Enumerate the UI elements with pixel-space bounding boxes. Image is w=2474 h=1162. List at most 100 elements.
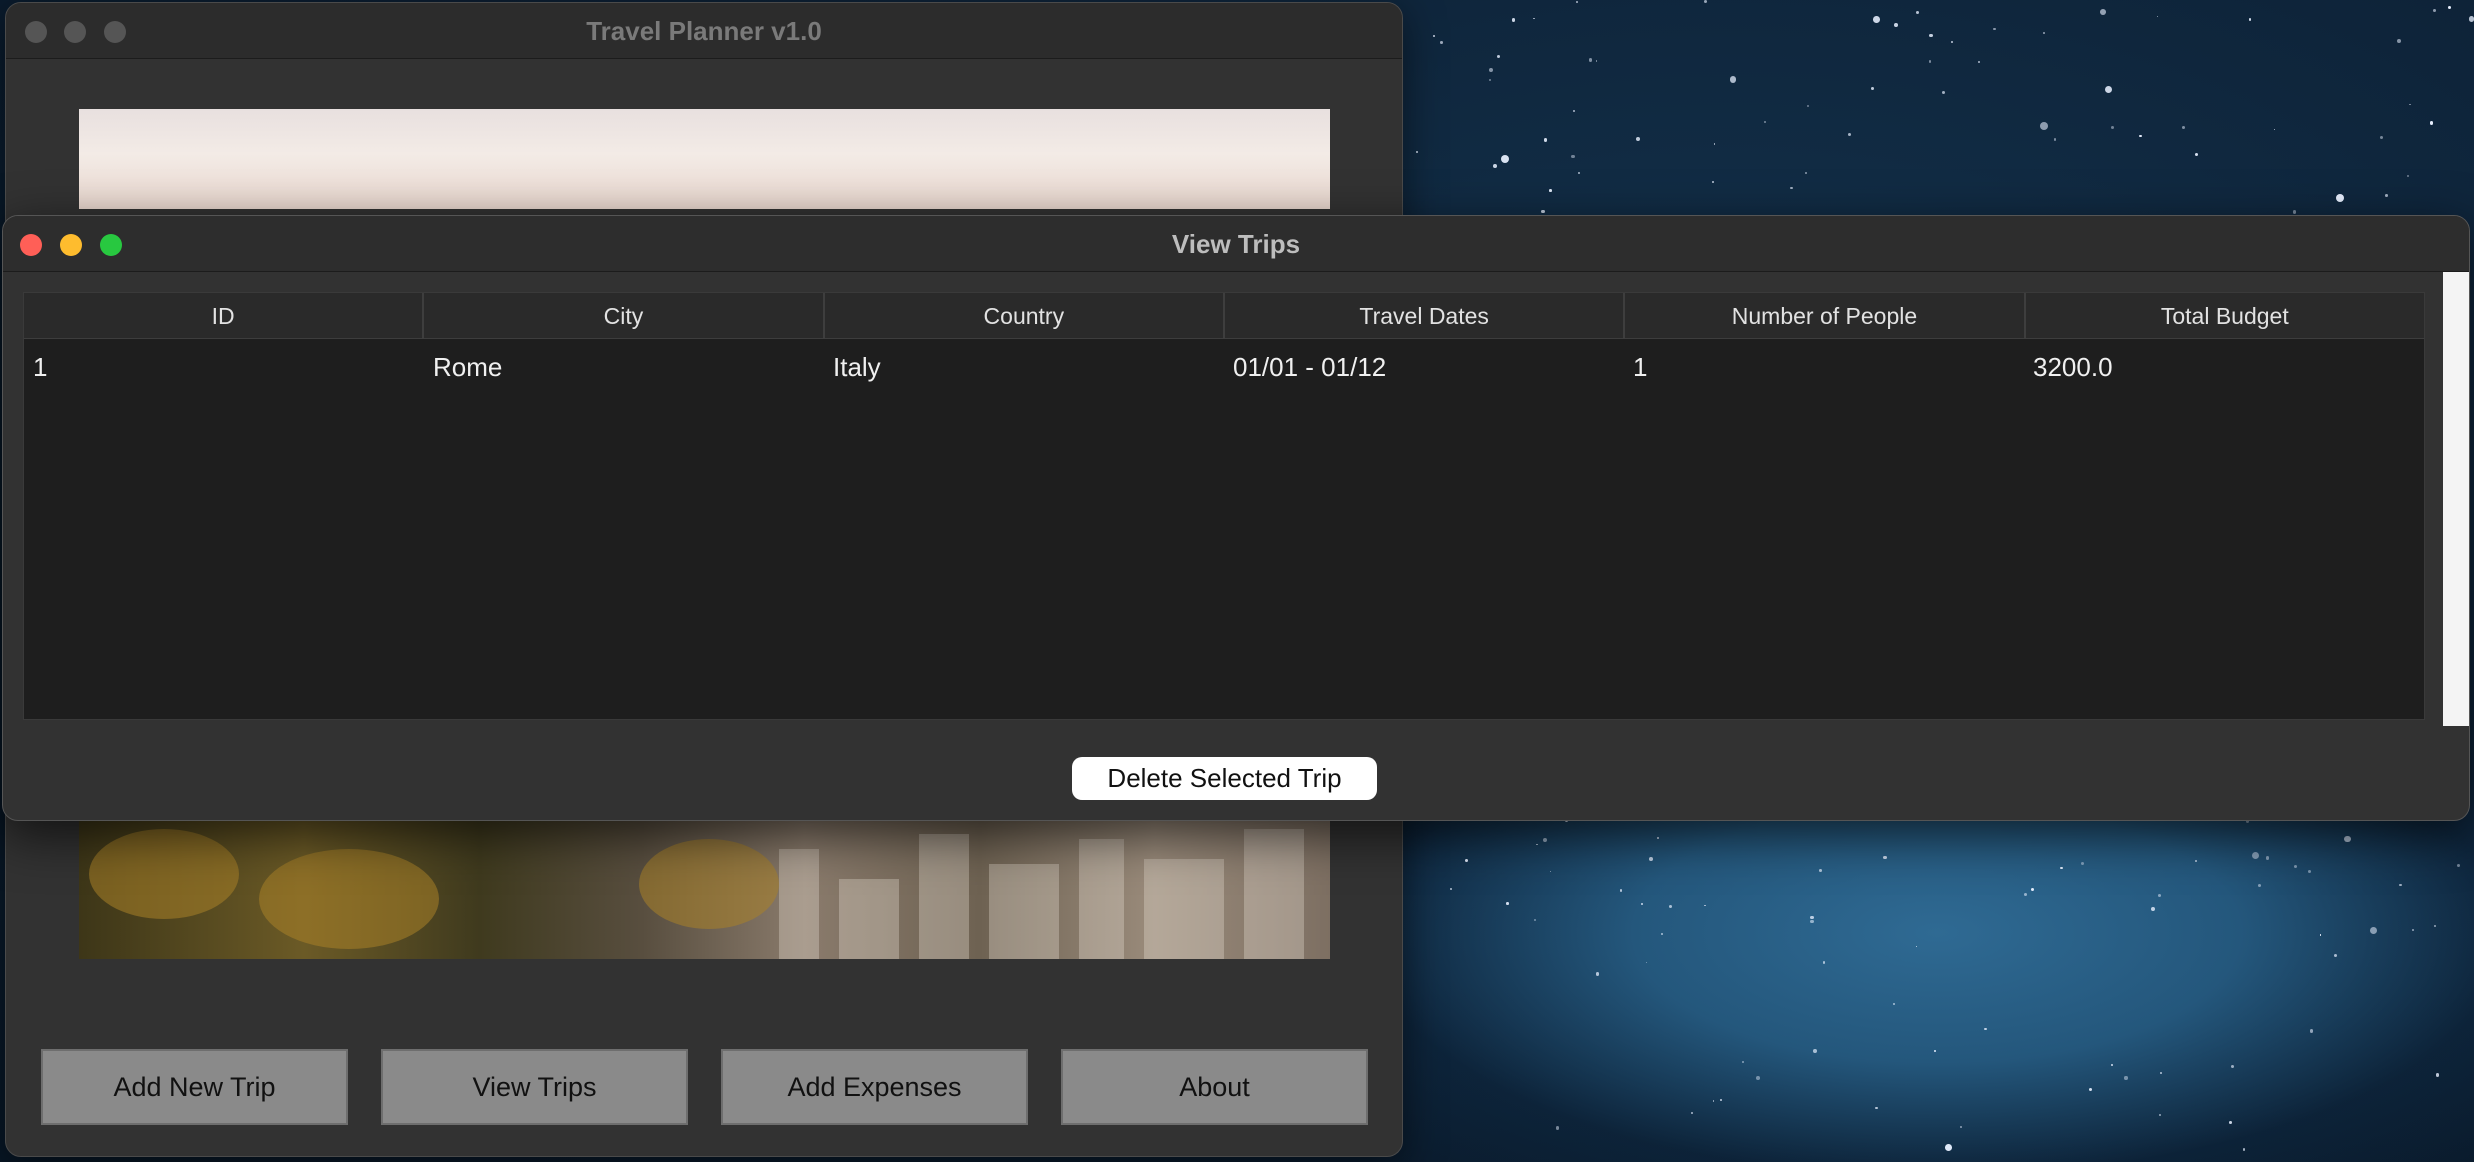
star [1719,1098,1722,1101]
star [2059,866,2063,870]
star [1959,1126,1962,1128]
star [2309,1029,2314,1033]
star [1496,55,1500,59]
star [1493,163,1497,168]
star [2379,135,2383,139]
star [2407,174,2409,177]
cell-city: Rome [433,352,503,382]
star [2042,32,2045,35]
view-trips-button[interactable]: View Trips [381,1049,688,1125]
star [1440,41,1443,44]
building [779,849,819,959]
star [2468,16,2474,23]
about-button[interactable]: About [1061,1049,1368,1125]
column-header-id[interactable]: ID [24,293,425,339]
view-trips-window: View Trips ID City Country Travel Dates … [2,215,2470,821]
star [1533,17,1535,20]
column-header-city[interactable]: City [424,293,825,339]
star [1533,918,1537,921]
star [1571,154,1575,158]
star [1543,138,1548,142]
trips-table: ID City Country Travel Dates Number of P… [23,292,2425,720]
star [1690,1112,1693,1115]
building [839,879,899,959]
star [1928,60,1932,63]
star [2333,953,2337,958]
star [2100,8,2106,15]
cell-total-budget: 3200.0 [2033,352,2113,382]
star [2412,929,2414,932]
star [1804,172,1807,175]
column-header-country[interactable]: Country [825,293,1225,339]
park-trees [89,829,239,919]
column-header-total-budget[interactable]: Total Budget [2026,293,2424,339]
star [1945,1144,1952,1151]
star [1755,1076,1760,1080]
star [2385,194,2388,197]
star [1848,133,1852,137]
star [1818,869,1822,872]
add-expenses-button[interactable]: Add Expenses [721,1049,1028,1125]
table-header: ID City Country Travel Dates Number of P… [24,293,2424,339]
building [1244,829,1304,959]
table-row[interactable]: 1 Rome Italy 01/01 - 01/12 1 3200.0 [24,339,2424,395]
star [2156,15,2159,18]
star [1929,34,1933,38]
star [1871,87,1874,91]
star [1950,40,1953,43]
star [1883,855,1887,860]
star [1712,180,1715,183]
star [1500,154,1509,163]
star [2293,865,2297,869]
star [2369,927,2377,935]
star [2433,924,2436,927]
column-header-travel-dates[interactable]: Travel Dates [1225,293,1626,339]
star [2344,835,2351,843]
star [1806,104,1809,107]
star [2150,906,2155,911]
park-trees [639,839,779,929]
star [2433,9,2437,12]
dialog-title: View Trips [1171,229,1301,259]
star [1488,79,1491,82]
star [2396,39,2401,43]
star [1572,109,1576,112]
star [2181,125,2186,130]
star [2429,121,2434,126]
star [1635,137,1640,142]
star [1763,121,1766,124]
park-trees [259,849,439,949]
star [1873,16,1880,23]
star [1668,904,1672,908]
star [2110,125,2115,130]
star [1941,91,1945,94]
star [1729,76,1737,83]
banner-sky [79,109,1330,209]
star [2273,128,2276,131]
star [2242,1147,2246,1151]
star [1993,27,1996,31]
desktop-nebula [1400,780,2474,1162]
star [1596,972,1600,976]
star [1875,1106,1878,1110]
star [1433,35,1436,38]
banner-cityscape [79,819,1330,959]
building [989,864,1059,959]
star [1464,858,1468,862]
star [1578,171,1581,175]
star [1649,856,1653,861]
star [2409,103,2411,106]
star [1588,58,1593,62]
star [1978,60,1981,63]
column-header-number-of-people[interactable]: Number of People [1625,293,2026,339]
star [1712,1100,1715,1102]
star [1511,18,1516,22]
add-new-trip-button[interactable]: Add New Trip [41,1049,348,1125]
vertical-scrollbar[interactable] [2443,272,2469,726]
star [2229,1120,2232,1124]
delete-selected-trip-button[interactable]: Delete Selected Trip [1072,757,1377,800]
star [1489,67,1493,72]
star [1541,209,1546,214]
star [1915,10,1920,15]
star [2257,884,2261,888]
